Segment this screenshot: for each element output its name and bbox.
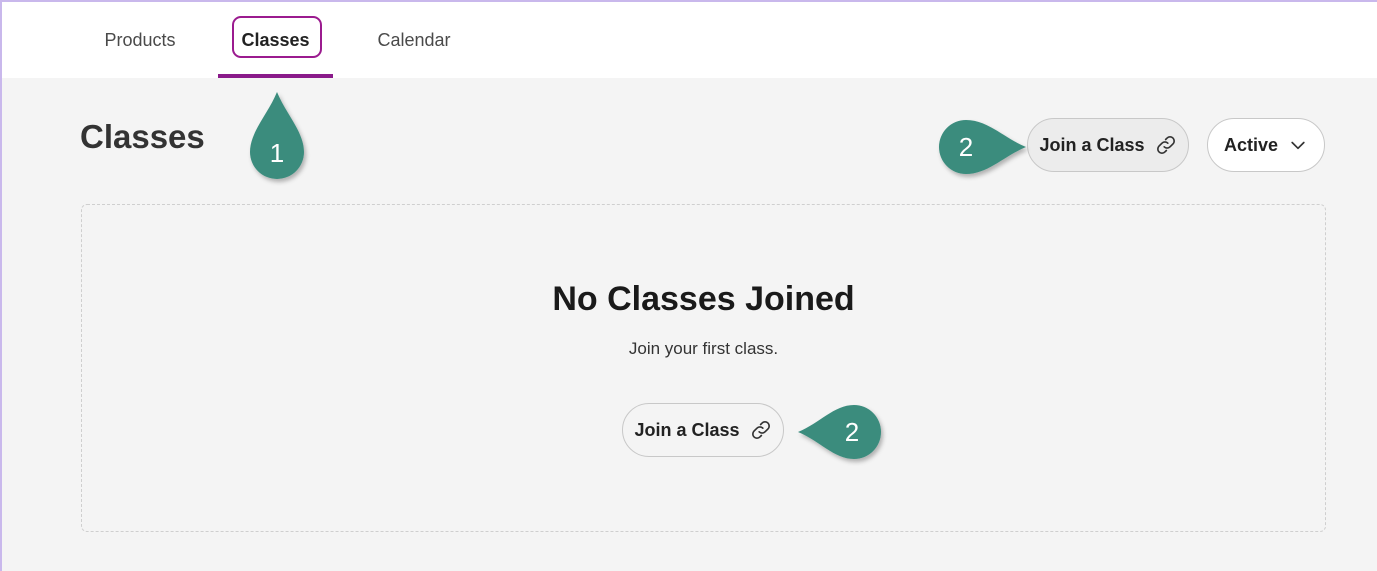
chevron-down-icon bbox=[1288, 135, 1308, 155]
join-class-button[interactable]: Join a Class bbox=[1027, 118, 1189, 172]
join-class-empty-label: Join a Class bbox=[634, 419, 740, 440]
empty-state-card bbox=[81, 204, 1326, 532]
tab-products-label: Products bbox=[104, 29, 176, 50]
empty-state-subtitle: Join your first class. bbox=[628, 339, 779, 358]
tab-highlight-box bbox=[232, 16, 322, 58]
callout-2-empty-number: 2 bbox=[845, 417, 859, 447]
callout-badge-2-empty: 2 bbox=[798, 405, 881, 459]
active-tab-underline bbox=[218, 74, 333, 78]
app-frame: Products Classes Calendar Classes Join a… bbox=[0, 0, 1377, 571]
tab-calendar[interactable]: Calendar bbox=[362, 2, 466, 78]
callout-badge-1: 1 bbox=[250, 92, 304, 179]
callout-1-number: 1 bbox=[270, 138, 284, 168]
link-icon bbox=[750, 419, 772, 441]
top-nav: Products Classes Calendar bbox=[2, 2, 1377, 78]
join-class-empty-button[interactable]: Join a Class bbox=[622, 403, 784, 457]
join-class-label: Join a Class bbox=[1039, 134, 1145, 155]
callout-badge-2-header: 2 bbox=[939, 120, 1026, 174]
page-title: Classes bbox=[80, 118, 205, 155]
empty-state-title: No Classes Joined bbox=[552, 280, 855, 318]
tab-products[interactable]: Products bbox=[88, 2, 192, 78]
tab-calendar-label: Calendar bbox=[377, 29, 451, 50]
link-icon bbox=[1155, 134, 1177, 156]
status-filter-select[interactable]: Active bbox=[1207, 118, 1325, 172]
callout-2-header-number: 2 bbox=[959, 132, 973, 162]
status-filter-value: Active bbox=[1223, 134, 1279, 155]
